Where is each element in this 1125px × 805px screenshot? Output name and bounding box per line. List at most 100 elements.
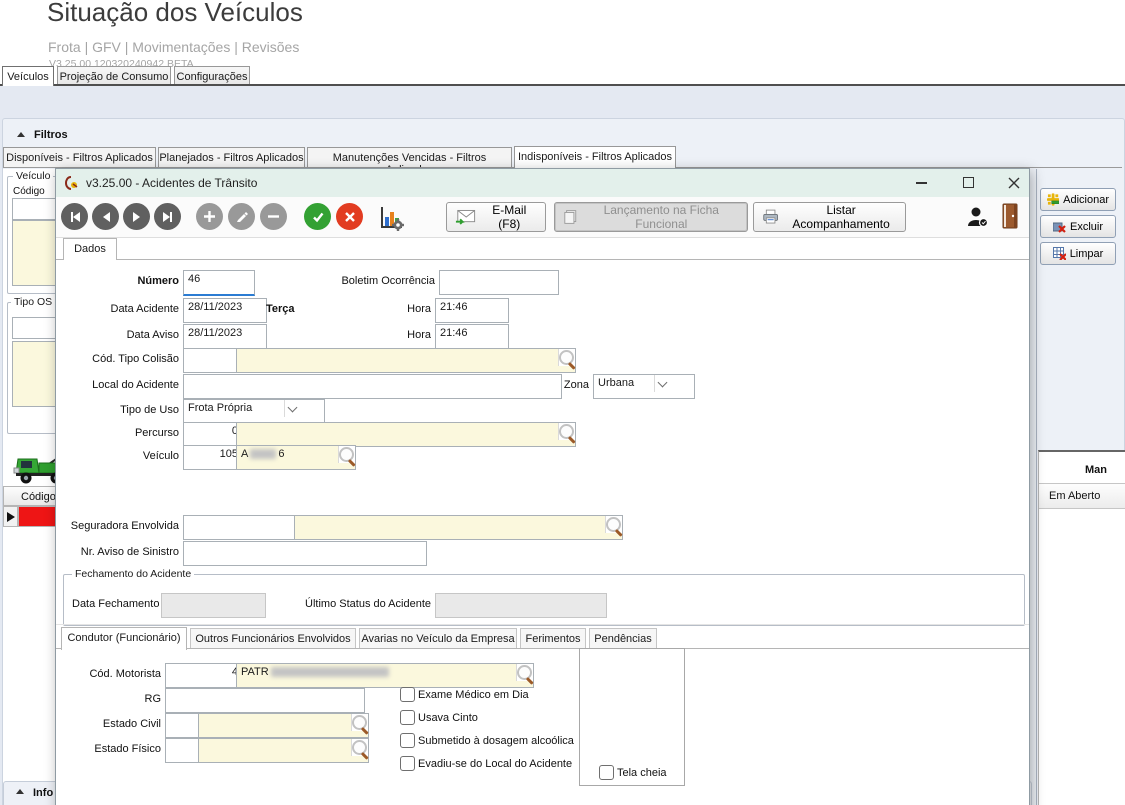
left-grid-rowheader-cell [3, 506, 18, 527]
os-type-listbox[interactable] [12, 341, 58, 407]
subtab-outros-funcionarios[interactable]: Outros Funcionários Envolvidos [190, 628, 356, 649]
collapse-filters-icon[interactable] [17, 132, 25, 137]
user-permissions-button[interactable] [966, 205, 990, 229]
tipo-colisao-combo[interactable] [236, 348, 576, 373]
rg-input[interactable] [165, 688, 365, 713]
zona-chevron-icon[interactable] [654, 375, 671, 392]
dosagem-alcoolica-checkbox[interactable] [400, 733, 415, 748]
data-aviso-input[interactable]: 28/11/2023 [183, 324, 267, 349]
exit-button[interactable] [1002, 203, 1020, 229]
minus-icon [267, 210, 280, 223]
motorista-search-icon[interactable] [517, 665, 532, 680]
local-label: Local do Acidente [56, 378, 179, 392]
maximize-button[interactable] [951, 171, 985, 194]
collapse-info-icon[interactable] [16, 789, 24, 794]
zona-combo[interactable]: Urbana [593, 374, 695, 399]
seguradora-search-icon[interactable] [606, 517, 621, 532]
tab-projecao-consumo[interactable]: Projeção de Consumo [57, 66, 171, 84]
email-button[interactable]: E-Mail (F8) [446, 202, 546, 232]
motorista-combo[interactable]: PATR [236, 663, 534, 688]
veiculo-search-icon[interactable] [339, 447, 354, 462]
chart-options-button[interactable] [378, 205, 404, 231]
nav-previous-button[interactable] [92, 203, 119, 230]
add-button[interactable]: Adicionar [1040, 188, 1116, 211]
veiculo-label: Veículo [56, 449, 179, 463]
usava-cinto-checkbox[interactable] [400, 710, 415, 725]
ficha-funcional-button[interactable]: Lançamento na Ficha Funcional [554, 202, 748, 232]
numero-input[interactable]: 46 [183, 270, 255, 296]
filter-tab-planejados[interactable]: Planejados - Filtros Aplicados [158, 147, 305, 168]
motorista-code-input[interactable]: 4 [165, 663, 243, 688]
exame-medico-checkbox[interactable] [400, 687, 415, 702]
subtab-avarias[interactable]: Avarias no Veículo da Empresa [359, 628, 517, 649]
vehicle-listbox[interactable] [12, 220, 58, 286]
confirm-button[interactable] [304, 203, 331, 230]
filter-tab-disponiveis[interactable]: Disponíveis - Filtros Aplicados [3, 147, 156, 168]
percurso-combo[interactable] [236, 422, 576, 447]
cancel-button[interactable] [336, 203, 363, 230]
subtab-ferimentos[interactable]: Ferimentos [520, 628, 586, 649]
filter-tab-manutencoes[interactable]: Manutenções Vencidas - Filtros Aplicados [307, 147, 512, 168]
info-header[interactable]: Info [33, 786, 53, 800]
record-edit-button[interactable] [228, 203, 255, 230]
percurso-search-icon[interactable] [559, 424, 574, 439]
boletim-label: Boletim Ocorrência [286, 274, 435, 288]
tipo-uso-combo[interactable]: Frota Própria [183, 399, 325, 424]
local-input[interactable] [183, 374, 562, 399]
clear-button[interactable]: Limpar [1040, 242, 1116, 265]
record-add-button[interactable] [196, 203, 223, 230]
nav-next-button[interactable] [123, 203, 150, 230]
ficha-funcional-label: Lançamento na Ficha Funcional [584, 203, 739, 231]
breadcrumb: Frota | GFV | Movimentações | Revisões [48, 40, 299, 54]
veiculo-code-input[interactable]: 105 [183, 445, 243, 470]
listar-acompanhamento-button[interactable]: Listar Acompanhamento [753, 202, 906, 232]
filter-tab-indisponiveis[interactable]: Indisponíveis - Filtros Aplicados [514, 146, 676, 169]
hora-aviso-input[interactable]: 21:46 [435, 324, 509, 349]
percurso-code-input[interactable]: 0 [183, 422, 243, 447]
estado-fisico-search-icon[interactable] [352, 740, 367, 755]
zona-label: Zona [536, 378, 589, 392]
nav-last-button[interactable] [154, 203, 181, 230]
tab-configuracoes[interactable]: Configurações [174, 66, 250, 84]
ultimo-status-input [435, 593, 607, 618]
subtab-condutor[interactable]: Condutor (Funcionário) [61, 627, 187, 650]
boletim-input[interactable] [439, 270, 559, 295]
subtab-pendencias[interactable]: Pendências [589, 628, 657, 649]
seguradora-combo[interactable] [294, 515, 623, 540]
evadiu-se-checkbox[interactable] [400, 756, 415, 771]
seguradora-code-input[interactable] [183, 515, 301, 540]
rg-label: RG [56, 692, 161, 706]
maximize-icon [963, 177, 974, 188]
tela-cheia-checkbox[interactable] [599, 765, 614, 780]
nav-next-icon [131, 211, 143, 223]
hora-acidente-input[interactable]: 21:46 [435, 298, 509, 323]
estado-civil-combo[interactable] [198, 713, 369, 738]
tipo-uso-chevron-icon[interactable] [284, 400, 301, 417]
tipo-colisao-code-input[interactable] [183, 348, 243, 373]
estado-fisico-combo[interactable] [198, 738, 369, 763]
left-grid-code-header[interactable]: Código [21, 490, 56, 504]
dialog-window: v3.25.00 - Acidentes de Trânsito [55, 168, 1030, 805]
em-aberto-header-label[interactable]: Em Aberto [1049, 489, 1100, 503]
veiculo-combo[interactable]: A6 [236, 445, 356, 470]
door-icon [1002, 203, 1020, 229]
nav-first-button[interactable] [61, 203, 88, 230]
email-button-label: E-Mail (F8) [482, 203, 537, 231]
data-acidente-input[interactable]: 28/11/2023 [183, 298, 267, 323]
tipo-colisao-search-icon[interactable] [559, 350, 574, 365]
estado-civil-search-icon[interactable] [352, 715, 367, 730]
sinistro-input[interactable] [183, 541, 427, 566]
dialog-title: v3.25.00 - Acidentes de Trânsito [86, 176, 257, 190]
tab-dados[interactable]: Dados [63, 238, 117, 260]
tela-cheia-label: Tela cheia [617, 766, 667, 780]
delete-button[interactable]: Excluir [1040, 215, 1116, 238]
tab-veiculos[interactable]: Veículos [2, 66, 54, 86]
right-grid-column-header[interactable]: Em Aberto [1039, 483, 1125, 509]
minimize-button[interactable] [904, 171, 938, 194]
filters-header[interactable]: Filtros [34, 128, 68, 142]
left-grid-header[interactable]: Código [3, 486, 63, 506]
clear-icon [1053, 247, 1066, 260]
close-button[interactable] [997, 171, 1031, 194]
motorista-name-prefix: PATR [241, 666, 269, 678]
record-remove-button[interactable] [260, 203, 287, 230]
